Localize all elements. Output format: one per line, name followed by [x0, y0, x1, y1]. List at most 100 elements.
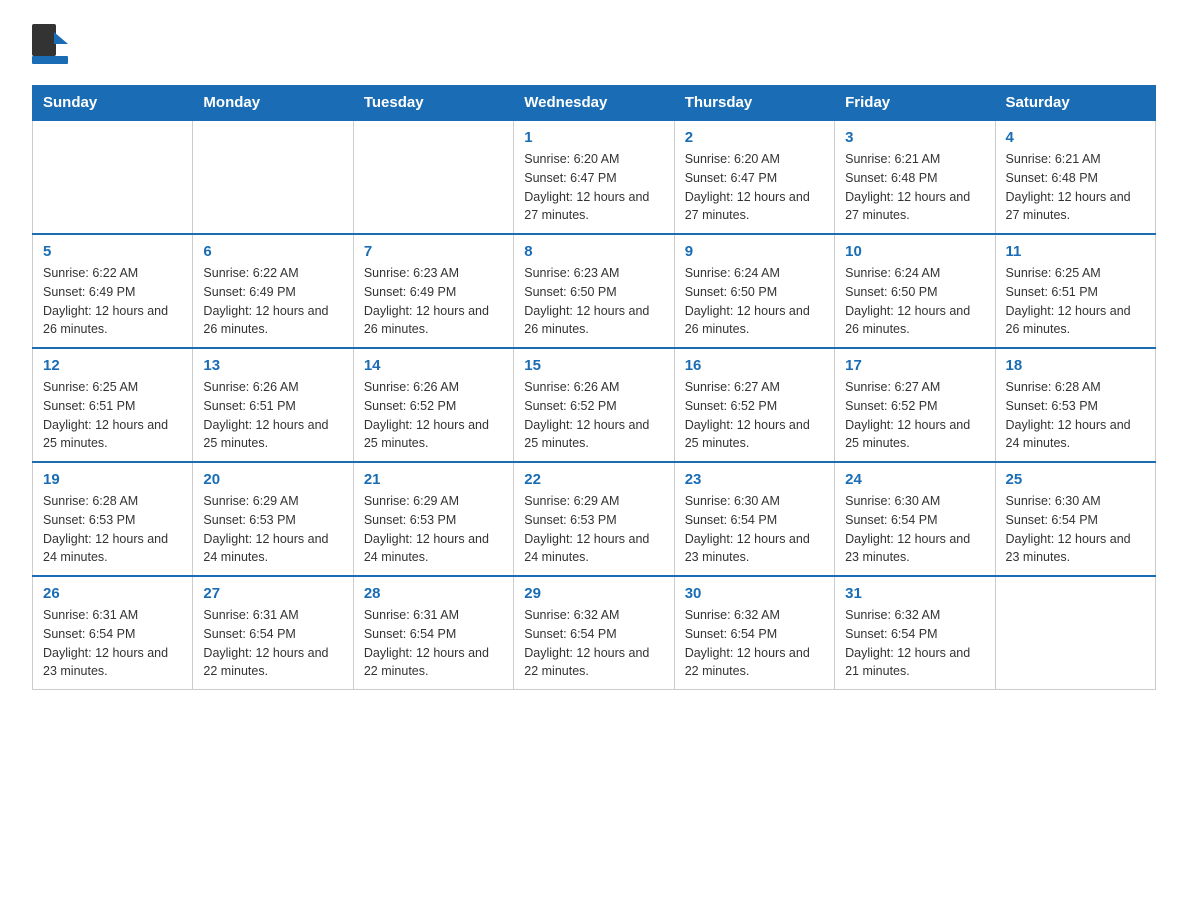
- day-info: Sunrise: 6:20 AM Sunset: 6:47 PM Dayligh…: [685, 150, 824, 225]
- day-info: Sunrise: 6:26 AM Sunset: 6:52 PM Dayligh…: [364, 378, 503, 453]
- day-number: 23: [685, 471, 824, 488]
- calendar-cell: 24 Sunrise: 6:30 AM Sunset: 6:54 PM Dayli…: [835, 462, 995, 576]
- day-number: 3: [845, 129, 984, 146]
- calendar-cell: 4 Sunrise: 6:21 AM Sunset: 6:48 PM Daylig…: [995, 120, 1155, 234]
- day-info: Sunrise: 6:27 AM Sunset: 6:52 PM Dayligh…: [845, 378, 984, 453]
- day-info: Sunrise: 6:32 AM Sunset: 6:54 PM Dayligh…: [845, 606, 984, 681]
- day-info: Sunrise: 6:32 AM Sunset: 6:54 PM Dayligh…: [685, 606, 824, 681]
- day-number: 15: [524, 357, 663, 374]
- calendar-cell: 12Sunrise: 6:25 AM Sunset: 6:51 PM Dayli…: [33, 348, 193, 462]
- day-info: Sunrise: 6:21 AM Sunset: 6:48 PM Dayligh…: [1006, 150, 1145, 225]
- calendar-cell: 10 Sunrise: 6:24 AM Sunset: 6:50 PM Dayli…: [835, 234, 995, 348]
- calendar-body: 1 Sunrise: 6:20 AM Sunset: 6:47 PM Daylig…: [33, 120, 1156, 690]
- day-info: Sunrise: 6:30 AM Sunset: 6:54 PM Dayligh…: [1006, 492, 1145, 567]
- calendar-cell: 6 Sunrise: 6:22 AM Sunset: 6:49 PM Daylig…: [193, 234, 353, 348]
- day-info: Sunrise: 6:23 AM Sunset: 6:49 PM Dayligh…: [364, 264, 503, 339]
- calendar-cell: 21Sunrise: 6:29 AM Sunset: 6:53 PM Dayli…: [353, 462, 513, 576]
- calendar-cell: 8Sunrise: 6:23 AM Sunset: 6:50 PM Daylig…: [514, 234, 674, 348]
- day-number: 13: [203, 357, 342, 374]
- calendar-cell: 31 Sunrise: 6:32 AM Sunset: 6:54 PM Dayli…: [835, 576, 995, 690]
- calendar-cell: 28 Sunrise: 6:31 AM Sunset: 6:54 PM Dayli…: [353, 576, 513, 690]
- day-number: 20: [203, 471, 342, 488]
- day-number: 28: [364, 585, 503, 602]
- day-info: Sunrise: 6:31 AM Sunset: 6:54 PM Dayligh…: [43, 606, 182, 681]
- day-number: 4: [1006, 129, 1145, 146]
- day-number: 10: [845, 243, 984, 260]
- day-number: 18: [1006, 357, 1145, 374]
- day-number: 19: [43, 471, 182, 488]
- day-number: 6: [203, 243, 342, 260]
- calendar-table: SundayMondayTuesdayWednesdayThursdayFrid…: [32, 85, 1156, 690]
- logo: [32, 24, 72, 71]
- calendar-cell: 22 Sunrise: 6:29 AM Sunset: 6:53 PM Dayli…: [514, 462, 674, 576]
- day-info: Sunrise: 6:30 AM Sunset: 6:54 PM Dayligh…: [845, 492, 984, 567]
- day-number: 17: [845, 357, 984, 374]
- day-info: Sunrise: 6:21 AM Sunset: 6:48 PM Dayligh…: [845, 150, 984, 225]
- calendar-cell: 7Sunrise: 6:23 AM Sunset: 6:49 PM Daylig…: [353, 234, 513, 348]
- calendar-cell: [995, 576, 1155, 690]
- calendar-cell: 1 Sunrise: 6:20 AM Sunset: 6:47 PM Daylig…: [514, 120, 674, 234]
- calendar-cell: 14 Sunrise: 6:26 AM Sunset: 6:52 PM Dayli…: [353, 348, 513, 462]
- day-info: Sunrise: 6:25 AM Sunset: 6:51 PM Dayligh…: [43, 378, 182, 453]
- day-info: Sunrise: 6:20 AM Sunset: 6:47 PM Dayligh…: [524, 150, 663, 225]
- day-number: 11: [1006, 243, 1145, 260]
- day-number: 14: [364, 357, 503, 374]
- weekday-header-sunday: Sunday: [33, 86, 193, 121]
- calendar-cell: 20Sunrise: 6:29 AM Sunset: 6:53 PM Dayli…: [193, 462, 353, 576]
- calendar-cell: 18Sunrise: 6:28 AM Sunset: 6:53 PM Dayli…: [995, 348, 1155, 462]
- calendar-cell: 3 Sunrise: 6:21 AM Sunset: 6:48 PM Daylig…: [835, 120, 995, 234]
- calendar-cell: 15 Sunrise: 6:26 AM Sunset: 6:52 PM Dayli…: [514, 348, 674, 462]
- calendar-cell: 11 Sunrise: 6:25 AM Sunset: 6:51 PM Dayli…: [995, 234, 1155, 348]
- day-info: Sunrise: 6:31 AM Sunset: 6:54 PM Dayligh…: [203, 606, 342, 681]
- weekday-header-row: SundayMondayTuesdayWednesdayThursdayFrid…: [33, 86, 1156, 121]
- calendar-cell: 9 Sunrise: 6:24 AM Sunset: 6:50 PM Daylig…: [674, 234, 834, 348]
- day-info: Sunrise: 6:25 AM Sunset: 6:51 PM Dayligh…: [1006, 264, 1145, 339]
- day-info: Sunrise: 6:28 AM Sunset: 6:53 PM Dayligh…: [43, 492, 182, 567]
- day-number: 25: [1006, 471, 1145, 488]
- day-number: 21: [364, 471, 503, 488]
- calendar-week-row: 1 Sunrise: 6:20 AM Sunset: 6:47 PM Daylig…: [33, 120, 1156, 234]
- day-info: Sunrise: 6:26 AM Sunset: 6:51 PM Dayligh…: [203, 378, 342, 453]
- calendar-cell: 26Sunrise: 6:31 AM Sunset: 6:54 PM Dayli…: [33, 576, 193, 690]
- day-number: 29: [524, 585, 663, 602]
- day-info: Sunrise: 6:24 AM Sunset: 6:50 PM Dayligh…: [845, 264, 984, 339]
- day-info: Sunrise: 6:22 AM Sunset: 6:49 PM Dayligh…: [43, 264, 182, 339]
- day-number: 16: [685, 357, 824, 374]
- calendar-cell: 30 Sunrise: 6:32 AM Sunset: 6:54 PM Dayli…: [674, 576, 834, 690]
- day-number: 31: [845, 585, 984, 602]
- day-number: 22: [524, 471, 663, 488]
- calendar-cell: [353, 120, 513, 234]
- weekday-header-thursday: Thursday: [674, 86, 834, 121]
- day-number: 9: [685, 243, 824, 260]
- calendar-week-row: 5 Sunrise: 6:22 AM Sunset: 6:49 PM Daylig…: [33, 234, 1156, 348]
- day-info: Sunrise: 6:27 AM Sunset: 6:52 PM Dayligh…: [685, 378, 824, 453]
- day-info: Sunrise: 6:30 AM Sunset: 6:54 PM Dayligh…: [685, 492, 824, 567]
- page-header: [32, 24, 1156, 71]
- calendar-cell: 17 Sunrise: 6:27 AM Sunset: 6:52 PM Dayli…: [835, 348, 995, 462]
- weekday-header-tuesday: Tuesday: [353, 86, 513, 121]
- day-info: Sunrise: 6:32 AM Sunset: 6:54 PM Dayligh…: [524, 606, 663, 681]
- day-info: Sunrise: 6:26 AM Sunset: 6:52 PM Dayligh…: [524, 378, 663, 453]
- calendar-cell: 25 Sunrise: 6:30 AM Sunset: 6:54 PM Dayli…: [995, 462, 1155, 576]
- day-info: Sunrise: 6:24 AM Sunset: 6:50 PM Dayligh…: [685, 264, 824, 339]
- calendar-cell: 5 Sunrise: 6:22 AM Sunset: 6:49 PM Daylig…: [33, 234, 193, 348]
- day-info: Sunrise: 6:23 AM Sunset: 6:50 PM Dayligh…: [524, 264, 663, 339]
- calendar-cell: 13 Sunrise: 6:26 AM Sunset: 6:51 PM Dayli…: [193, 348, 353, 462]
- logo-icon: [32, 24, 68, 71]
- day-info: Sunrise: 6:29 AM Sunset: 6:53 PM Dayligh…: [524, 492, 663, 567]
- weekday-header-friday: Friday: [835, 86, 995, 121]
- day-number: 1: [524, 129, 663, 146]
- calendar-cell: 29 Sunrise: 6:32 AM Sunset: 6:54 PM Dayli…: [514, 576, 674, 690]
- calendar-cell: 23 Sunrise: 6:30 AM Sunset: 6:54 PM Dayli…: [674, 462, 834, 576]
- weekday-header-monday: Monday: [193, 86, 353, 121]
- calendar-cell: [193, 120, 353, 234]
- calendar-header: SundayMondayTuesdayWednesdayThursdayFrid…: [33, 86, 1156, 121]
- calendar-cell: 16 Sunrise: 6:27 AM Sunset: 6:52 PM Dayli…: [674, 348, 834, 462]
- day-number: 27: [203, 585, 342, 602]
- day-number: 24: [845, 471, 984, 488]
- day-number: 5: [43, 243, 182, 260]
- day-number: 30: [685, 585, 824, 602]
- day-info: Sunrise: 6:31 AM Sunset: 6:54 PM Dayligh…: [364, 606, 503, 681]
- calendar-cell: [33, 120, 193, 234]
- day-info: Sunrise: 6:22 AM Sunset: 6:49 PM Dayligh…: [203, 264, 342, 339]
